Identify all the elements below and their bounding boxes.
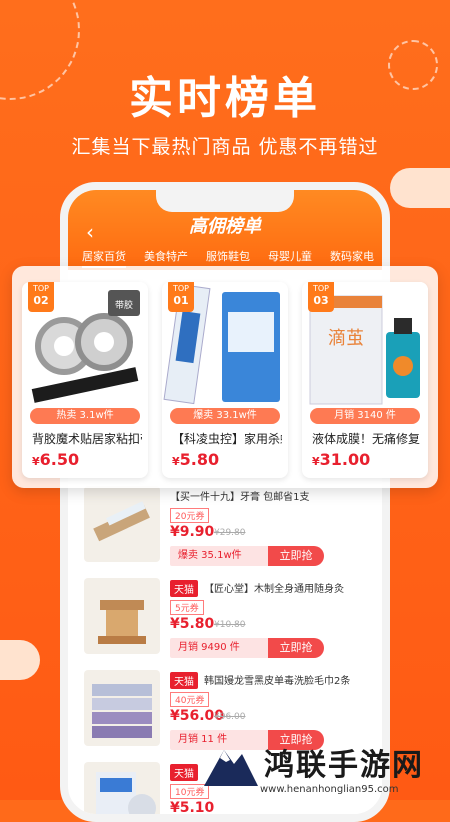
top-ranking-panel: 带胶 TOP 02 热卖 3.1w件 背胶魔术贴居家粘扣带 ¥6.50 TOP 01… bbox=[12, 266, 438, 488]
original-price: ¥10.80 bbox=[214, 620, 246, 630]
coupon-badge: 40元券 bbox=[170, 692, 210, 707]
product-price: ¥31.00 bbox=[312, 450, 371, 469]
product-title: 背胶魔术贴居家粘扣带 bbox=[32, 432, 142, 446]
list-item[interactable]: 天猫 【匠心堂】木制全身通用随身灸 5元券 ¥5.80 ¥10.80 月销 94… bbox=[80, 572, 374, 660]
product-title: 【科凌虫控】家用杀蟑胶饵 bbox=[172, 432, 282, 446]
coupon-badge: 20元券 bbox=[170, 508, 210, 523]
product-title: 【匠心堂】木制全身通用随身灸 bbox=[204, 584, 344, 595]
tmall-badge: 天猫 bbox=[170, 672, 198, 689]
tab-electronics[interactable]: 数码家电 bbox=[330, 248, 374, 268]
product-image bbox=[84, 762, 160, 814]
promo-headline: 实时榜单 bbox=[129, 73, 321, 124]
watermark-text: 鸿联手游网 bbox=[264, 748, 424, 783]
buy-now-button[interactable]: 立即抢 bbox=[268, 638, 324, 658]
tab-kids[interactable]: 母婴儿童 bbox=[268, 248, 312, 268]
buy-now-button[interactable]: 立即抢 bbox=[268, 546, 324, 566]
product-price: ¥9.90 bbox=[170, 524, 215, 540]
product-title: 韩国嫚龙雪黑皮单毒洗脸毛巾2条 bbox=[204, 676, 351, 687]
tmall-badge: 天猫 bbox=[170, 764, 198, 781]
sales-count: 爆卖 33.1w件 bbox=[170, 408, 280, 424]
product-image: TOP 01 bbox=[162, 282, 288, 408]
top-card[interactable]: 带胶 TOP 02 热卖 3.1w件 背胶魔术贴居家粘扣带 ¥6.50 bbox=[22, 282, 148, 478]
product-image bbox=[84, 670, 160, 746]
decorative-cloud bbox=[0, 640, 40, 680]
sales-count: 月销 3140 件 bbox=[310, 408, 420, 424]
product-image bbox=[84, 486, 160, 562]
product-price: ¥5.10 bbox=[170, 800, 215, 816]
product-price: ¥5.80 bbox=[170, 616, 215, 632]
sales-count: 热卖 3.1w件 bbox=[30, 408, 140, 424]
product-price: ¥6.50 bbox=[32, 450, 80, 469]
category-tabs: 居家百货 美食特产 服饰鞋包 母婴儿童 数码家电 bbox=[82, 248, 382, 268]
tab-apparel[interactable]: 服饰鞋包 bbox=[206, 248, 250, 268]
phone-notch bbox=[156, 190, 294, 212]
rank-tag: TOP 03 bbox=[308, 282, 334, 312]
top-card[interactable]: 滴茧 TOP 03 月销 3140 件 液体成膜！无痛修复 ¥31.00 bbox=[302, 282, 428, 478]
product-title: 液体成膜！无痛修复 bbox=[312, 432, 421, 446]
rank-tag: TOP 02 bbox=[28, 282, 54, 312]
list-item[interactable]: 【买一件十九】牙膏 包邮省1支 20元券 ¥9.90 ¥29.80 爆卖 35.… bbox=[80, 480, 374, 568]
product-title: 【买一件十九】牙膏 包邮省1支 bbox=[170, 492, 310, 503]
top-card[interactable]: TOP01 爆卖 33.1w件 【科凌虫控】家用杀蟑胶饵 ¥5.80 bbox=[162, 282, 288, 478]
watermark-url: www.henanhonglian95.com bbox=[260, 784, 399, 795]
tab-food[interactable]: 美食特产 bbox=[144, 248, 188, 268]
product-image bbox=[84, 578, 160, 654]
image-label: 带胶 bbox=[115, 299, 133, 311]
sales-count: 月销 9490 件 bbox=[170, 638, 280, 658]
list-item[interactable]: 天猫 韩国嫚龙雪黑皮单毒洗脸毛巾2条 40元券 ¥56.00 ¥96.00 月销… bbox=[80, 664, 374, 752]
product-image: 带胶 TOP 02 bbox=[22, 282, 148, 408]
tab-home-goods[interactable]: 居家百货 bbox=[82, 248, 126, 268]
original-price: ¥29.80 bbox=[214, 528, 246, 538]
watermark: 鸿联手游网 www.henanhonglian95.com bbox=[200, 740, 450, 800]
product-image: 滴茧 TOP 03 bbox=[302, 282, 428, 408]
tmall-badge: 天猫 bbox=[170, 580, 198, 597]
original-price: ¥96.00 bbox=[214, 712, 246, 722]
sales-count: 爆卖 35.1w件 bbox=[170, 546, 280, 566]
decorative-cloud bbox=[390, 168, 450, 208]
product-price: ¥5.80 bbox=[172, 450, 220, 469]
image-label: 滴茧 bbox=[328, 328, 364, 349]
coupon-badge: 5元券 bbox=[170, 600, 204, 615]
promo-subline: 汇集当下最热门商品 优惠不再错过 bbox=[71, 136, 379, 158]
rank-tag: TOP 01 bbox=[168, 282, 194, 312]
mountain-logo-icon bbox=[204, 750, 258, 786]
page-title: 高佣榜单 bbox=[189, 216, 261, 237]
